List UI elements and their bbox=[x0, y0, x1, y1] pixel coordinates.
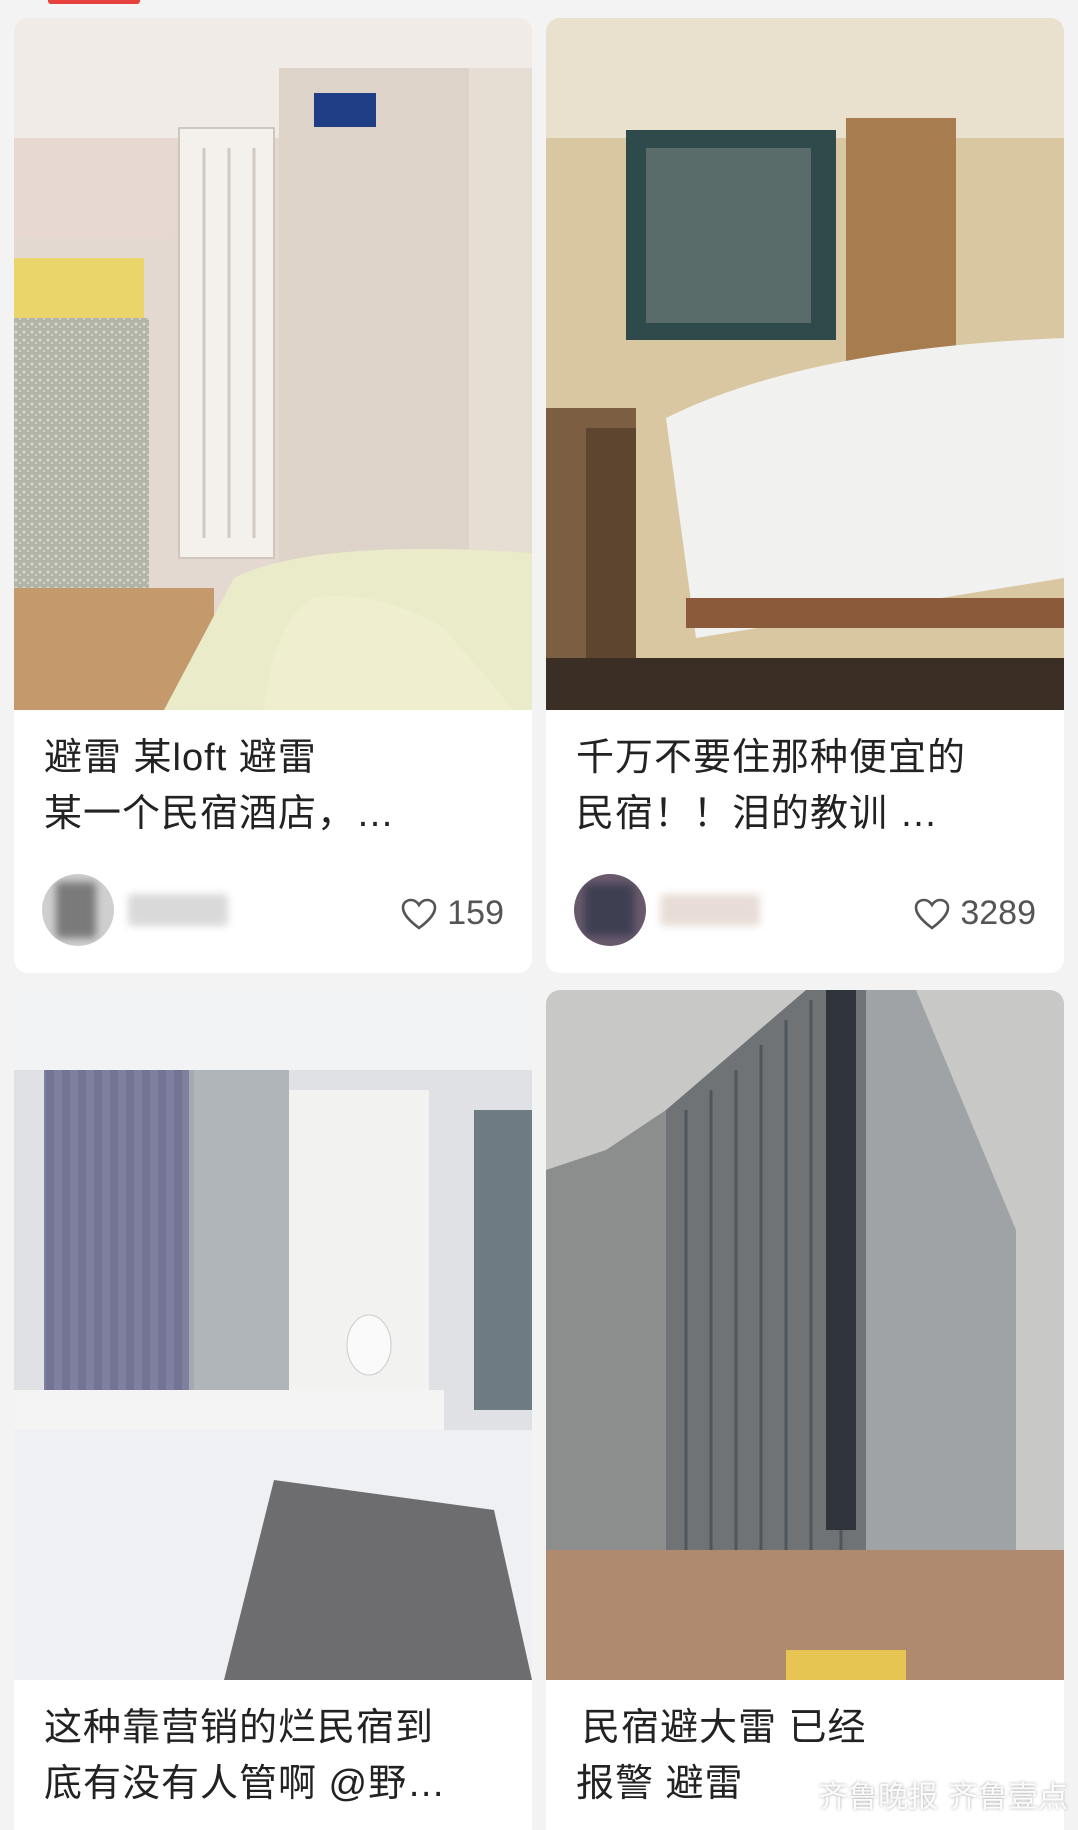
card-photo-bedroom[interactable] bbox=[546, 18, 1064, 710]
news-watermark: 齐鲁晚报 齐鲁壹点 bbox=[774, 1772, 1068, 1816]
card-author[interactable] bbox=[42, 870, 228, 946]
card-photo-glass-bathroom[interactable] bbox=[14, 990, 532, 1680]
card-photo-loft-room[interactable] bbox=[14, 18, 532, 710]
like-count-value: 159 bbox=[447, 894, 504, 932]
like-count-value: 3289 bbox=[960, 894, 1036, 932]
author-name-redacted bbox=[660, 894, 760, 926]
feed-card-3[interactable]: 这种靠营销的烂民宿到 底有没有人管啊 @野… bbox=[14, 990, 532, 1830]
card-title-line-1: 避雷 某loft 避雷 bbox=[44, 737, 317, 779]
card-author[interactable] bbox=[574, 870, 760, 946]
card-title-line-2: 民宿！！泪的教训 … bbox=[576, 793, 939, 835]
heart-outline-icon[interactable] bbox=[401, 898, 437, 930]
card-title-line-1: 这种靠营销的烂民宿到 bbox=[44, 1707, 435, 1749]
card-title[interactable]: 避雷 某loft 避雷 某一个民宿酒店，… bbox=[44, 730, 508, 842]
feed-card-2[interactable]: 千万不要住那种便宜的 民宿！！泪的教训 … 3289 bbox=[546, 18, 1064, 973]
feed-card-1[interactable]: 避雷 某loft 避雷 某一个民宿酒店，… 159 bbox=[14, 18, 532, 973]
watermark-left-text: 齐鲁晚报 bbox=[818, 1781, 938, 1814]
avatar[interactable] bbox=[42, 874, 114, 946]
like-count[interactable]: 159 bbox=[401, 894, 504, 933]
card-title-line-1: 千万不要住那种便宜的 bbox=[576, 737, 967, 779]
card-title-line-2: 底有没有人管啊 @野… bbox=[44, 1763, 447, 1805]
card-title-line-2: 某一个民宿酒店，… bbox=[44, 793, 396, 835]
active-tab-indicator[interactable] bbox=[48, 0, 140, 4]
card-photo-apartment-tower[interactable] bbox=[546, 990, 1064, 1680]
card-title-line-1: 民宿避大雷 已经 bbox=[582, 1707, 867, 1749]
avatar[interactable] bbox=[574, 874, 646, 946]
author-name-redacted bbox=[128, 894, 228, 926]
feed-card-4[interactable]: 民宿避大雷 已经 报警 避雷 bbox=[546, 990, 1064, 1830]
card-title[interactable]: 千万不要住那种便宜的 民宿！！泪的教训 … bbox=[576, 730, 1040, 842]
card-title[interactable]: 这种靠营销的烂民宿到 底有没有人管啊 @野… bbox=[44, 1700, 508, 1812]
top-bar bbox=[0, 0, 1078, 8]
heart-outline-icon[interactable] bbox=[914, 898, 950, 930]
watermark-logo-icon bbox=[774, 1777, 808, 1811]
watermark-right-text: 齐鲁壹点 bbox=[948, 1781, 1068, 1814]
like-count[interactable]: 3289 bbox=[914, 894, 1036, 933]
